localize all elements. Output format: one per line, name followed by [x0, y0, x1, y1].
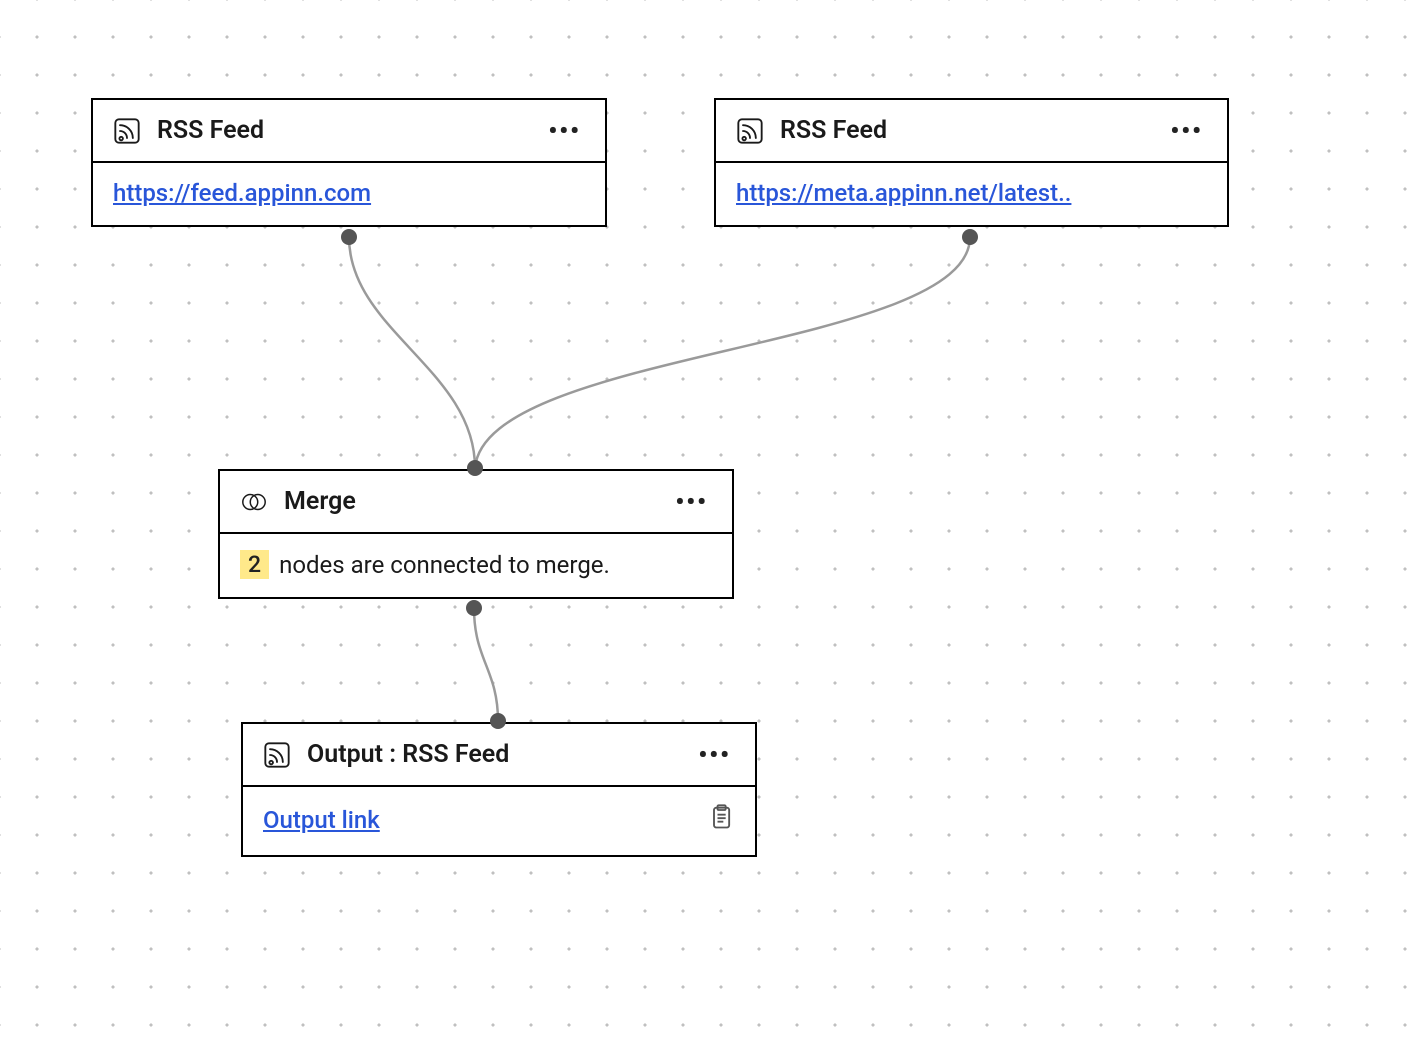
node-header: Merge ••• [220, 471, 732, 534]
more-menu-icon[interactable]: ••• [544, 117, 585, 145]
count-badge: 2 [240, 550, 269, 579]
more-menu-icon[interactable]: ••• [1166, 117, 1207, 145]
node-rss-feed-1[interactable]: RSS Feed ••• https://feed.appinn.com [91, 98, 607, 227]
rss-url-link[interactable]: https://feed.appinn.com [113, 179, 371, 207]
merge-description: nodes are connected to merge. [279, 551, 610, 579]
output-port[interactable] [962, 229, 978, 245]
node-title: Merge [284, 487, 655, 516]
node-title: Output : RSS Feed [307, 740, 678, 769]
node-rss-feed-2[interactable]: RSS Feed ••• https://meta.appinn.net/lat… [714, 98, 1229, 227]
output-port[interactable] [341, 229, 357, 245]
node-merge[interactable]: Merge ••• 2 nodes are connected to merge… [218, 469, 734, 599]
node-header: Output : RSS Feed ••• [243, 724, 755, 787]
more-menu-icon[interactable]: ••• [671, 488, 712, 516]
rss-icon [736, 117, 764, 145]
node-body: https://meta.appinn.net/latest.. [716, 163, 1227, 225]
node-header: RSS Feed ••• [93, 100, 605, 163]
rss-url-link[interactable]: https://meta.appinn.net/latest.. [736, 179, 1071, 207]
output-link[interactable]: Output link [263, 806, 380, 834]
input-port[interactable] [467, 460, 483, 476]
more-menu-icon[interactable]: ••• [694, 741, 735, 769]
input-port[interactable] [490, 713, 506, 729]
clipboard-icon[interactable] [707, 803, 735, 837]
rss-icon [113, 117, 141, 145]
diagram-canvas[interactable]: RSS Feed ••• https://feed.appinn.com RSS… [0, 0, 1428, 1044]
node-header: RSS Feed ••• [716, 100, 1227, 163]
node-title: RSS Feed [780, 116, 1150, 145]
merge-icon [240, 488, 268, 516]
node-body: 2 nodes are connected to merge. [220, 534, 732, 597]
node-body: https://feed.appinn.com [93, 163, 605, 225]
node-title: RSS Feed [157, 116, 528, 145]
rss-icon [263, 741, 291, 769]
node-output[interactable]: Output : RSS Feed ••• Output link [241, 722, 757, 857]
node-body: Output link [243, 787, 755, 855]
output-port[interactable] [466, 600, 482, 616]
